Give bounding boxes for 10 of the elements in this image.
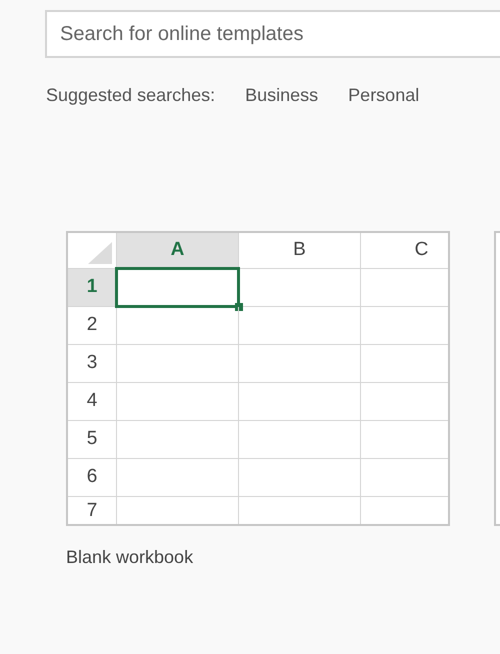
search-field[interactable]: Search for online templates bbox=[45, 10, 500, 58]
column-header: A bbox=[117, 233, 239, 268]
suggested-searches-label: Suggested searches: bbox=[46, 84, 216, 107]
spreadsheet-preview[interactable]: A B C 1 2 3 4 5 6 7 bbox=[66, 231, 450, 526]
suggested-search-link[interactable]: Business bbox=[245, 82, 318, 109]
suggested-search-link[interactable]: Personal bbox=[348, 82, 420, 109]
active-cell[interactable] bbox=[115, 267, 240, 308]
select-all-corner-icon bbox=[88, 242, 112, 264]
row-header: 1 bbox=[68, 269, 117, 306]
template-name: Blank workbook bbox=[66, 546, 194, 569]
